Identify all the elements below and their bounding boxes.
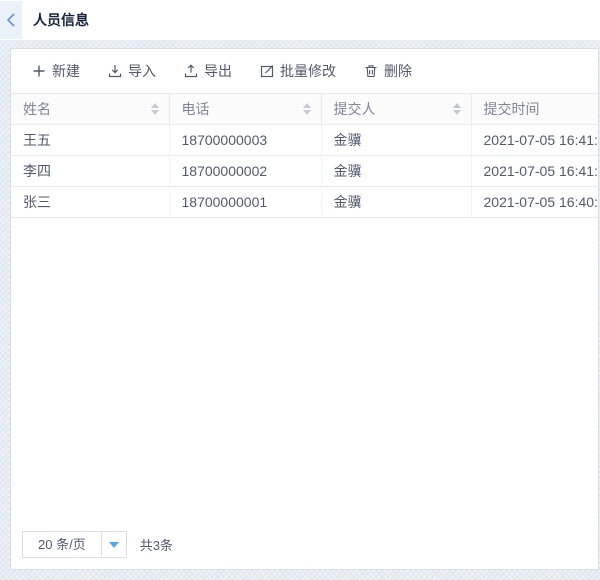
- sort-caret[interactable]: [453, 103, 461, 115]
- sort-caret[interactable]: [303, 103, 311, 115]
- import-button[interactable]: 导入: [108, 61, 156, 81]
- column-label: 提交人: [334, 99, 376, 119]
- cell-submitter: 金骥: [321, 156, 471, 187]
- cell-submitter: 金骥: [321, 187, 471, 218]
- toolbar-button-label: 批量修改: [280, 61, 336, 81]
- cell-name: 王五: [11, 125, 169, 156]
- toolbar-button-label: 删除: [384, 61, 412, 81]
- select-arrow-zone[interactable]: [101, 532, 126, 557]
- new-button[interactable]: 新建: [32, 61, 80, 81]
- plus-icon: [32, 64, 46, 78]
- table-header: 姓名 电话 提交人 提交时间: [11, 94, 598, 125]
- cell-submit_time: 2021-07-05 16:40:57: [471, 187, 598, 218]
- batch-edit-button[interactable]: 批量修改: [260, 61, 336, 81]
- data-table: 姓名 电话 提交人 提交时间 王五18700000003金骥2021-07-05 16…: [11, 93, 598, 218]
- column-label: 提交时间: [484, 99, 540, 119]
- cell-submitter: 金骥: [321, 125, 471, 156]
- column-label: 姓名: [23, 99, 51, 119]
- toolbar-button-label: 新建: [52, 61, 80, 81]
- column-header-submit_time: 提交时间: [471, 94, 598, 125]
- chevron-down-icon: [109, 542, 119, 548]
- back-button[interactable]: [0, 1, 22, 39]
- column-header-phone[interactable]: 电话: [169, 94, 321, 125]
- content-panel: 新建 导入 导出 批量修改 删除 姓名 电话 提交人 提交时间 王五18700000003金骥…: [10, 48, 599, 570]
- cell-name: 李四: [11, 156, 169, 187]
- edit-icon: [260, 64, 274, 78]
- table-body: 王五18700000003金骥2021-07-05 16:41:15李四1870…: [11, 125, 598, 218]
- cell-phone: 18700000001: [169, 187, 321, 218]
- toolbar: 新建 导入 导出 批量修改 删除: [11, 49, 598, 93]
- column-header-submitter[interactable]: 提交人: [321, 94, 471, 125]
- export-icon: [184, 64, 198, 78]
- cell-submit_time: 2021-07-05 16:41:15: [471, 125, 598, 156]
- total-count: 共3条: [140, 535, 173, 554]
- page-header: 人员信息: [0, 0, 600, 40]
- page-title: 人员信息: [33, 10, 89, 30]
- toolbar-button-label: 导入: [128, 61, 156, 81]
- pagination: 20 条/页 共3条: [22, 531, 173, 558]
- sort-caret[interactable]: [151, 103, 159, 115]
- table-row: 王五18700000003金骥2021-07-05 16:41:15: [11, 125, 598, 156]
- table-row: 张三18700000001金骥2021-07-05 16:40:57: [11, 187, 598, 218]
- chevron-left-icon: [5, 12, 17, 28]
- cell-phone: 18700000003: [169, 125, 321, 156]
- column-header-name[interactable]: 姓名: [11, 94, 169, 125]
- page-size-value: 20 条/页: [23, 532, 101, 557]
- table-row: 李四18700000002金骥2021-07-05 16:41:09: [11, 156, 598, 187]
- cell-submit_time: 2021-07-05 16:41:09: [471, 156, 598, 187]
- cell-name: 张三: [11, 187, 169, 218]
- page-size-select[interactable]: 20 条/页: [22, 531, 127, 558]
- column-label: 电话: [182, 99, 210, 119]
- import-icon: [108, 64, 122, 78]
- cell-phone: 18700000002: [169, 156, 321, 187]
- toolbar-button-label: 导出: [204, 61, 232, 81]
- export-button[interactable]: 导出: [184, 61, 232, 81]
- delete-button[interactable]: 删除: [364, 61, 412, 81]
- trash-icon: [364, 64, 378, 78]
